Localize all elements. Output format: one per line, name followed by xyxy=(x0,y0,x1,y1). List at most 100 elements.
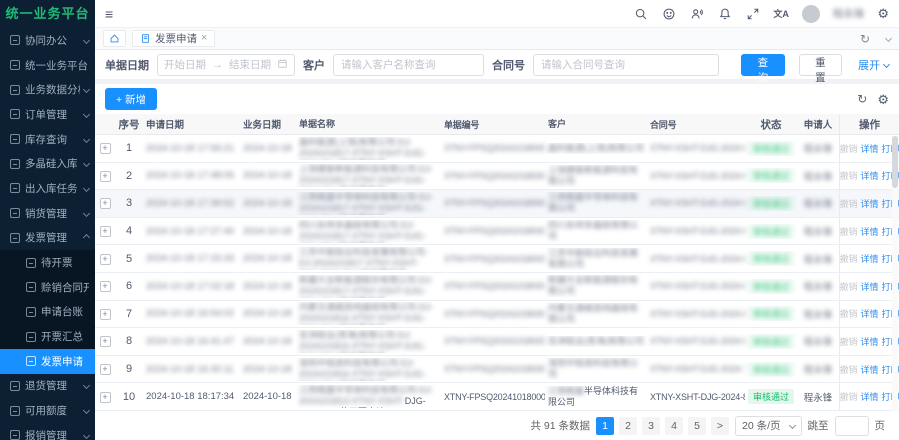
row-op-detail-link[interactable]: 详情 xyxy=(861,280,879,293)
user-voice-icon[interactable] xyxy=(689,6,704,21)
sidebar-item-invoice-apply[interactable]: 发票申请 xyxy=(0,349,95,374)
next-page-button[interactable]: > xyxy=(711,417,729,435)
cell-status: 审核通过 xyxy=(745,141,797,156)
date-range-picker[interactable]: 开始日期 → 结束日期 xyxy=(157,54,295,76)
sidebar-item-collaboration[interactable]: 协同办公 xyxy=(0,28,95,53)
page-button-3[interactable]: 3 xyxy=(642,417,660,435)
row-expand-button[interactable]: + xyxy=(100,171,111,182)
cell-doc-name: 江苏中能硅业科技发展有限公司-DJ-2024101817-XTNY-XSHT-D… xyxy=(296,247,441,270)
cell-customer: 内蒙古通威高纯晶硅有限公司 xyxy=(545,303,647,325)
cell-applicant: 程永锋 xyxy=(797,141,839,155)
cell-applicant: 程永锋 xyxy=(797,334,839,348)
cell-operations: 撤销详情打印 xyxy=(839,163,899,190)
customer-input[interactable] xyxy=(333,54,484,76)
page-button-4[interactable]: 4 xyxy=(665,417,683,435)
settings-gear-icon[interactable]: ⚙ xyxy=(877,7,889,20)
cell-doc-no: XTNY-FPSQ20241018000019 xyxy=(441,143,545,153)
column-header: 操作 xyxy=(839,114,899,134)
column-settings-gear-icon[interactable]: ⚙ xyxy=(877,93,889,106)
cell-applicant: 程永锋 xyxy=(797,362,839,376)
search-icon[interactable] xyxy=(633,6,648,21)
page-button-1[interactable]: 1 xyxy=(596,417,614,435)
row-op-detail-link[interactable]: 详情 xyxy=(861,307,879,320)
page-button-5[interactable]: 5 xyxy=(688,417,706,435)
row-op-detail-link[interactable]: 详情 xyxy=(861,169,879,182)
sidebar-item-quota[interactable]: 可用额度 xyxy=(0,398,95,423)
cell-index: 7 xyxy=(115,308,143,320)
row-op-revoke-link[interactable]: 撤销 xyxy=(839,142,857,155)
sidebar-item-pending-invoice[interactable]: 待开票 xyxy=(0,250,95,275)
row-op-detail-link[interactable]: 详情 xyxy=(861,335,879,348)
bell-icon[interactable] xyxy=(717,6,732,21)
tab-close-icon[interactable]: × xyxy=(201,33,207,44)
row-op-detail-link[interactable]: 详情 xyxy=(861,142,879,155)
row-op-revoke-link[interactable]: 撤销 xyxy=(839,252,857,265)
sidebar-item-warehouse-tasks[interactable]: 出入库任务 xyxy=(0,176,95,201)
sidebar-item-invoice[interactable]: 发票管理 xyxy=(0,226,95,251)
fullscreen-icon[interactable] xyxy=(745,6,760,21)
row-expand-button[interactable]: + xyxy=(100,143,111,154)
row-expand-button[interactable]: + xyxy=(100,309,111,320)
row-op-detail-link[interactable]: 详情 xyxy=(861,197,879,210)
row-expand-button[interactable]: + xyxy=(100,336,111,347)
scrollbar-thumb[interactable] xyxy=(892,136,898,188)
row-op-revoke-link[interactable]: 撤销 xyxy=(839,169,857,182)
toolbar-tools: ↻ ⚙ xyxy=(857,93,889,106)
cell-doc-no: XTNY-FPSQ20241018000015 xyxy=(441,254,545,264)
sidebar-item-analysis[interactable]: 业务数据分析 xyxy=(0,77,95,102)
cell-doc-name: 内蒙古通威高纯晶硅有限公司-DJ-2024101816-XTNY-XSHT-DJ… xyxy=(296,302,441,325)
row-expand-button[interactable]: + xyxy=(100,226,111,237)
row-expand-button[interactable]: + xyxy=(100,198,111,209)
row-expand-button[interactable]: + xyxy=(100,254,111,265)
smiley-icon[interactable] xyxy=(661,6,676,21)
row-op-revoke-link[interactable]: 撤销 xyxy=(839,390,857,403)
sidebar-item-expense[interactable]: 报销管理 xyxy=(0,423,95,440)
tab-invoice-apply[interactable]: 发票申请 × xyxy=(132,30,215,47)
column-header: 单据名称 xyxy=(296,119,441,130)
tab-home[interactable] xyxy=(103,30,126,47)
row-op-detail-link[interactable]: 详情 xyxy=(861,363,879,376)
sidebar-item-inventory[interactable]: 库存查询 xyxy=(0,127,95,152)
row-op-revoke-link[interactable]: 撤销 xyxy=(839,307,857,320)
cell-doc-name: 洛阳中硅高科技有限公司-DJ-2024101816-XTNY-XSHT-DJG-… xyxy=(296,358,441,381)
row-expand-button[interactable]: + xyxy=(100,281,111,292)
row-op-detail-link[interactable]: 详情 xyxy=(861,252,879,265)
sidebar-item-orders[interactable]: 订单管理 xyxy=(0,102,95,127)
row-op-revoke-link[interactable]: 撤销 xyxy=(839,280,857,293)
sidebar-item-apply-ledger[interactable]: 申请台账 xyxy=(0,300,95,325)
page-button-2[interactable]: 2 xyxy=(619,417,637,435)
sales-icon xyxy=(10,208,20,218)
row-expand-button[interactable]: + xyxy=(100,364,111,375)
row-op-revoke-link[interactable]: 撤销 xyxy=(839,335,857,348)
search-button[interactable]: 查 询 xyxy=(741,54,784,76)
translate-icon[interactable]: 文A xyxy=(773,7,789,20)
jump-page-input[interactable] xyxy=(835,416,869,436)
tabs-refresh-icon[interactable]: ↻ xyxy=(860,33,870,45)
sidebar-item-polysilicon-in[interactable]: 多晶硅入库 xyxy=(0,151,95,176)
app-window: 统一业务平台 协同办公 统一业务平台 业务数据分析 订单管理 库存查询 多晶硅入… xyxy=(0,0,899,440)
row-op-revoke-link[interactable]: 撤销 xyxy=(839,225,857,238)
menu-collapse-icon[interactable]: ≡ xyxy=(105,7,113,21)
row-op-detail-link[interactable]: 详情 xyxy=(861,225,879,238)
tabs-menu-chevron-icon[interactable] xyxy=(885,35,892,42)
reset-button[interactable]: 重 置 xyxy=(799,54,842,76)
avatar[interactable] xyxy=(802,5,820,23)
sidebar-item-credit-contract-invoice[interactable]: 赊销合同开票 xyxy=(0,275,95,300)
sidebar-item-platform[interactable]: 统一业务平台 xyxy=(0,53,95,78)
add-button[interactable]: + 新增 xyxy=(105,88,157,110)
row-op-detail-link[interactable]: 详情 xyxy=(861,390,879,403)
expand-filters-link[interactable]: 展开 xyxy=(858,57,889,73)
cell-contract-no: XTNY-XSHT-DJG-2024-86-1 xyxy=(647,143,745,153)
table-refresh-icon[interactable]: ↻ xyxy=(857,93,867,105)
vertical-scrollbar[interactable] xyxy=(892,136,898,411)
status-badge: 审核通过 xyxy=(748,306,794,321)
sidebar-item-invoice-summary[interactable]: 开票汇总 xyxy=(0,324,95,349)
row-op-revoke-link[interactable]: 撤销 xyxy=(839,197,857,210)
row-op-revoke-link[interactable]: 撤销 xyxy=(839,363,857,376)
sidebar-item-sales[interactable]: 销货管理 xyxy=(0,201,95,226)
sidebar-item-returns[interactable]: 退货管理 xyxy=(0,374,95,399)
row-expand-button[interactable]: + xyxy=(100,392,111,403)
contract-input[interactable] xyxy=(533,54,719,76)
filter-bar: 单据日期 开始日期 → 结束日期 客户 合同号 查 询 重 置 展开 xyxy=(95,50,899,80)
page-size-select[interactable]: 20 条/页 xyxy=(735,416,802,436)
